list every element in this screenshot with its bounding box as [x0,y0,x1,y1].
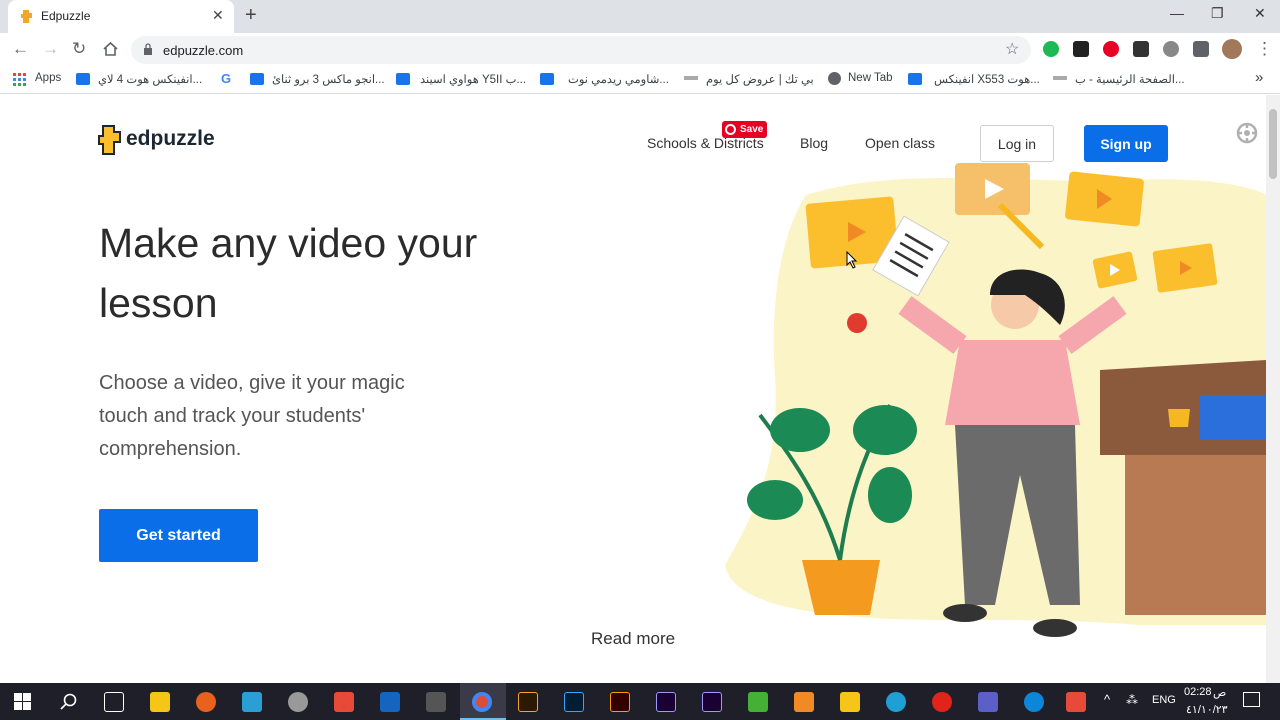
bookmarks-bar: Apps انفينكس هوت 4 لاي... G انجو ماكس 3 … [0,66,1280,94]
photoshop-icon[interactable] [564,692,584,712]
browser-toolbar: ← → ↻ edpuzzle.com ☆ ⋮ [0,33,1280,66]
lock-icon [144,43,152,55]
tray-date[interactable]: ٤١/١٠/٢٣ [1186,703,1228,716]
bookmark-item[interactable]: هواوي اسيند Y5II ب... [420,72,526,86]
logo-text[interactable]: edpuzzle [126,127,215,151]
new-tab-icon[interactable]: + [245,4,257,27]
read-more-link[interactable]: Read more [591,629,675,649]
page-content: edpuzzle Schools & Districts Save Blog O… [0,95,1280,683]
edge-icon[interactable] [1024,692,1044,712]
more-bookmarks-icon[interactable]: » [1255,69,1263,86]
app-headphones-icon[interactable] [196,692,216,712]
chrome-icon[interactable] [472,692,492,712]
bookmark-site-icon [250,73,264,85]
get-started-button[interactable]: Get started [99,509,258,562]
bookmark-apps[interactable]: Apps [35,72,61,84]
extensions-puzzle-icon[interactable] [1193,41,1209,57]
accessibility-gear-icon[interactable] [1236,122,1258,144]
teams-icon[interactable] [978,692,998,712]
premiere-icon[interactable] [656,692,676,712]
pinterest-icon [725,124,736,135]
file-explorer-icon[interactable] [150,692,170,712]
close-window-icon[interactable]: ✕ [1254,5,1266,22]
bookmark-item[interactable]: الصفحة الرئيسية - ب... [1075,72,1185,86]
close-tab-icon[interactable]: ✕ [212,7,224,24]
bookmark-item[interactable]: انجو ماكس 3 برو ثنائ... [272,72,385,86]
windows-taskbar: ^ ⁂ ENG 02:28 ص ٤١/١٠/٢٣ [0,683,1280,720]
bookmark-star-icon[interactable]: ☆ [1005,39,1019,59]
pinterest-save-label: Save [740,124,764,135]
bridge-icon[interactable] [518,692,538,712]
minimize-icon[interactable]: — [1170,5,1184,21]
app-red-c-icon[interactable] [1066,692,1086,712]
edpuzzle-logo-icon[interactable] [98,124,124,156]
illustrator-icon[interactable] [610,692,630,712]
mouse-cursor-icon [846,251,858,269]
reload-icon[interactable]: ↻ [72,39,86,59]
pinterest-extension-icon[interactable] [1103,41,1119,57]
scrollbar-thumb[interactable] [1269,109,1277,179]
nav-blog[interactable]: Blog [800,135,828,151]
bookmark-site-icon [684,76,698,80]
bookmark-item[interactable]: انفينكس X553 هوت... [934,72,1040,86]
tab-strip: Edpuzzle ✕ + — ❐ ✕ [0,0,1280,33]
url-text: edpuzzle.com [163,43,244,58]
hero-subtext: Choose a video, give it your magic touch… [99,372,405,460]
bookmark-site-icon [908,73,922,85]
app-v-icon[interactable] [380,692,400,712]
google-g-icon: G [221,71,232,86]
after-effects-icon[interactable] [702,692,722,712]
camtasia-icon[interactable] [748,692,768,712]
apps-grid-icon[interactable] [13,73,26,86]
browser-tab[interactable]: Edpuzzle ✕ [8,0,234,33]
extension-green-icon[interactable] [1043,41,1059,57]
app-blue-arrow-icon[interactable] [242,692,262,712]
globe-icon [828,72,841,85]
hero-headline: Make any video your lesson [99,220,478,326]
tray-ampm: ص [1213,687,1227,699]
edpuzzle-favicon-icon [21,10,32,23]
nav-open-class[interactable]: Open class [865,135,935,151]
tray-chevron-up-icon[interactable]: ^ [1104,692,1110,707]
bookmark-item[interactable]: بي تك | عروض كل يوم [706,72,814,86]
app-colorful-icon[interactable] [334,692,354,712]
bookmark-site-icon [1053,76,1067,80]
maximize-icon[interactable]: ❐ [1211,5,1224,22]
notifications-icon[interactable] [1243,692,1260,707]
bookmark-site-icon [540,73,554,85]
app-v-yellow-icon[interactable] [840,692,860,712]
extension-download-icon[interactable] [1133,41,1149,57]
tray-language[interactable]: ENG [1152,694,1176,706]
flash-icon[interactable] [932,692,952,712]
app-settings-icon[interactable] [288,692,308,712]
app-bird-icon[interactable] [886,692,906,712]
back-icon[interactable]: ← [12,39,29,59]
tab-title: Edpuzzle [41,9,91,23]
bookmark-item[interactable]: شاومي ريدمي نوت... [568,72,669,86]
home-icon[interactable] [102,41,119,57]
app-dark-icon[interactable] [426,692,446,712]
address-bar[interactable]: edpuzzle.com ☆ [131,36,1031,64]
bookmark-site-icon [396,73,410,85]
menu-kebab-icon[interactable]: ⋮ [1256,39,1273,59]
tray-time[interactable]: 02:28 [1184,686,1212,698]
extension-globe-icon[interactable] [1163,41,1179,57]
profile-avatar[interactable] [1222,39,1242,59]
hero-illustration [725,163,1266,637]
bookmark-item[interactable]: انفينكس هوت 4 لاي... [98,72,202,86]
extension-hat-icon[interactable] [1073,41,1089,57]
task-view-icon[interactable] [104,692,124,712]
windows-start-icon[interactable] [14,693,31,710]
tray-network-icon[interactable]: ⁂ [1126,693,1138,707]
pinterest-save-button[interactable]: Save [722,121,768,138]
bookmark-item[interactable]: New Tab [848,72,893,84]
search-icon[interactable] [60,693,77,710]
forward-icon[interactable]: → [42,39,59,59]
bookmark-site-icon [76,73,90,85]
page-scrollbar[interactable] [1266,95,1280,683]
vlc-icon[interactable] [794,692,814,712]
